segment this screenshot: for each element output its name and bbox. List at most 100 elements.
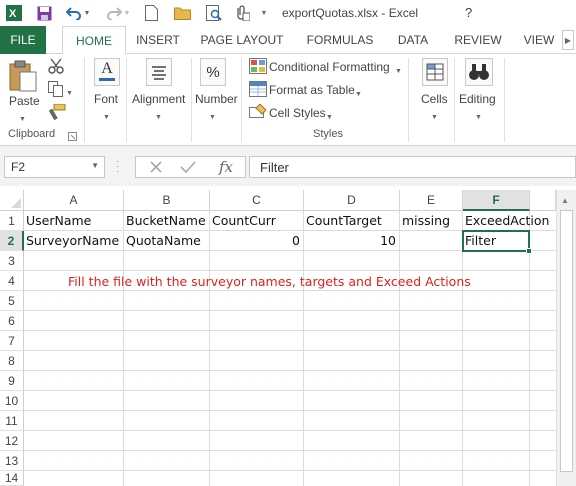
vertical-scrollbar[interactable]: ▲ (556, 190, 576, 486)
tab-page-layout[interactable]: PAGE LAYOUT (196, 26, 288, 54)
attach-icon[interactable] (232, 3, 252, 23)
font-button[interactable]: Font (94, 92, 118, 106)
alignment-group-icon[interactable] (146, 58, 172, 86)
tab-home[interactable]: HOME (62, 26, 126, 55)
row-header-3[interactable]: 3 (0, 251, 24, 271)
column-header-a[interactable]: A (24, 190, 124, 211)
fill-handle[interactable] (526, 248, 532, 254)
format-as-table-icon (249, 81, 267, 97)
editing-button[interactable]: Editing (459, 92, 496, 106)
open-folder-icon[interactable] (173, 3, 193, 23)
alignment-dropdown-icon[interactable]: ▼ (155, 108, 162, 122)
name-box[interactable]: F2 ▼ (4, 156, 105, 178)
redo-dropdown-icon[interactable]: ▼ (122, 3, 132, 23)
instruction-note[interactable]: Fill the file with the surveyor names, t… (68, 274, 471, 289)
cells-dropdown-icon[interactable]: ▼ (431, 108, 438, 122)
cell-styles-dropdown-icon[interactable]: ▼ (326, 108, 333, 122)
tab-view[interactable]: VIEW (518, 26, 560, 54)
save-icon[interactable] (34, 3, 54, 23)
formula-bar-grip-icon[interactable]: · · · (116, 157, 120, 177)
scroll-up-arrow-icon[interactable]: ▲ (561, 196, 569, 205)
redo-icon[interactable] (104, 3, 124, 23)
format-as-table-dropdown-icon[interactable]: ▼ (355, 85, 362, 99)
column-header-c[interactable]: C (210, 190, 304, 211)
cell-f1[interactable]: ExceedAction (463, 211, 556, 231)
undo-dropdown-icon[interactable]: ▼ (82, 3, 92, 23)
cell-a1[interactable]: UserName (24, 211, 124, 231)
tab-review[interactable]: REVIEW (448, 26, 508, 54)
column-header-b[interactable]: B (124, 190, 210, 211)
cell-e2[interactable] (400, 231, 463, 251)
cell-c2[interactable]: 0 (210, 231, 304, 251)
help-icon[interactable]: ? (465, 5, 472, 20)
column-header-f[interactable]: F (463, 190, 530, 211)
row-header-4[interactable]: 4 (0, 271, 24, 291)
copy-icon[interactable] (48, 81, 64, 97)
cell-c1[interactable]: CountCurr (210, 211, 304, 231)
row-header-7[interactable]: 7 (0, 331, 24, 351)
editing-dropdown-icon[interactable]: ▼ (475, 108, 482, 122)
paste-dropdown-icon[interactable]: ▼ (19, 110, 26, 124)
row-header-13[interactable]: 13 (0, 451, 24, 471)
font-dropdown-icon[interactable]: ▼ (103, 108, 110, 122)
format-painter-icon[interactable] (48, 103, 66, 121)
cell-d2[interactable]: 10 (304, 231, 400, 251)
cell-b1[interactable]: BucketName (124, 211, 210, 231)
row-header-5[interactable]: 5 (0, 291, 24, 311)
clipboard-icon[interactable] (8, 60, 38, 92)
cell-styles-button[interactable]: Cell Styles (269, 106, 326, 120)
select-all-corner[interactable] (0, 190, 24, 211)
row-header-8[interactable]: 8 (0, 351, 24, 371)
cell-d1[interactable]: CountTarget (304, 211, 400, 231)
row-header-14[interactable]: 14 (0, 471, 24, 486)
window-title: exportQuotas.xlsx - Excel (282, 6, 419, 20)
column-header-d[interactable]: D (304, 190, 400, 211)
clipboard-launcher-icon[interactable] (68, 130, 77, 141)
name-box-dropdown-icon[interactable]: ▼ (91, 161, 99, 170)
row-header-10[interactable]: 10 (0, 391, 24, 411)
cells-button[interactable]: Cells (421, 92, 448, 106)
formula-input[interactable]: Filter (249, 156, 576, 178)
font-group-icon[interactable]: A (94, 58, 120, 86)
row-header-12[interactable]: 12 (0, 431, 24, 451)
cancel-icon[interactable] (144, 157, 168, 177)
ribbon-tab-row: FILE HOME INSERT PAGE LAYOUT FORMULAS DA… (0, 26, 576, 55)
column-header-e[interactable]: E (400, 190, 463, 211)
enter-check-icon[interactable] (176, 157, 200, 177)
row-header-11[interactable]: 11 (0, 411, 24, 431)
row-header-2[interactable]: 2 (0, 231, 24, 251)
tab-file[interactable]: FILE (0, 26, 46, 54)
conditional-formatting-dropdown-icon[interactable]: ▼ (395, 62, 402, 76)
row-header-9[interactable]: 9 (0, 371, 24, 391)
tab-formulas[interactable]: FORMULAS (300, 26, 380, 54)
customize-dropdown-icon[interactable]: ▼ (258, 3, 270, 23)
cell-b2[interactable]: QuotaName (124, 231, 210, 251)
conditional-formatting-button[interactable]: Conditional Formatting (269, 60, 390, 74)
number-group-icon[interactable]: % (200, 58, 226, 86)
cell-e1[interactable]: missing (400, 211, 463, 231)
row-header-1[interactable]: 1 (0, 211, 24, 231)
alignment-button[interactable]: Alignment (132, 92, 185, 106)
tab-data[interactable]: DATA (390, 26, 436, 54)
undo-icon[interactable] (64, 3, 84, 23)
tab-insert[interactable]: INSERT (128, 26, 188, 54)
print-preview-icon[interactable] (204, 3, 224, 23)
cut-icon[interactable] (48, 58, 66, 74)
worksheet-grid[interactable]: A B C D E F 1 2 3 4 5 6 7 8 9 10 11 12 1… (0, 190, 576, 486)
editing-group-icon[interactable] (465, 58, 493, 86)
excel-logo-icon[interactable]: X (4, 3, 24, 23)
insert-function-button[interactable]: fx (212, 157, 240, 177)
title-bar: X ▼ ▼ ▼ exportQuotas.xlsx - Excel ? (0, 0, 576, 26)
number-button[interactable]: Number (195, 92, 238, 106)
copy-dropdown-icon[interactable]: ▼ (66, 84, 73, 98)
tab-scroll-right-icon[interactable]: ▶ (562, 30, 574, 50)
column-header-empty[interactable] (530, 190, 556, 211)
format-as-table-button[interactable]: Format as Table (269, 83, 355, 97)
scrollbar-thumb[interactable] (560, 210, 573, 472)
cell-a2[interactable]: SurveyorName (24, 231, 124, 251)
cells-group-icon[interactable] (422, 58, 448, 86)
new-file-icon[interactable] (141, 3, 161, 23)
paste-button[interactable]: Paste (9, 94, 40, 108)
row-header-6[interactable]: 6 (0, 311, 24, 331)
number-dropdown-icon[interactable]: ▼ (209, 108, 216, 122)
